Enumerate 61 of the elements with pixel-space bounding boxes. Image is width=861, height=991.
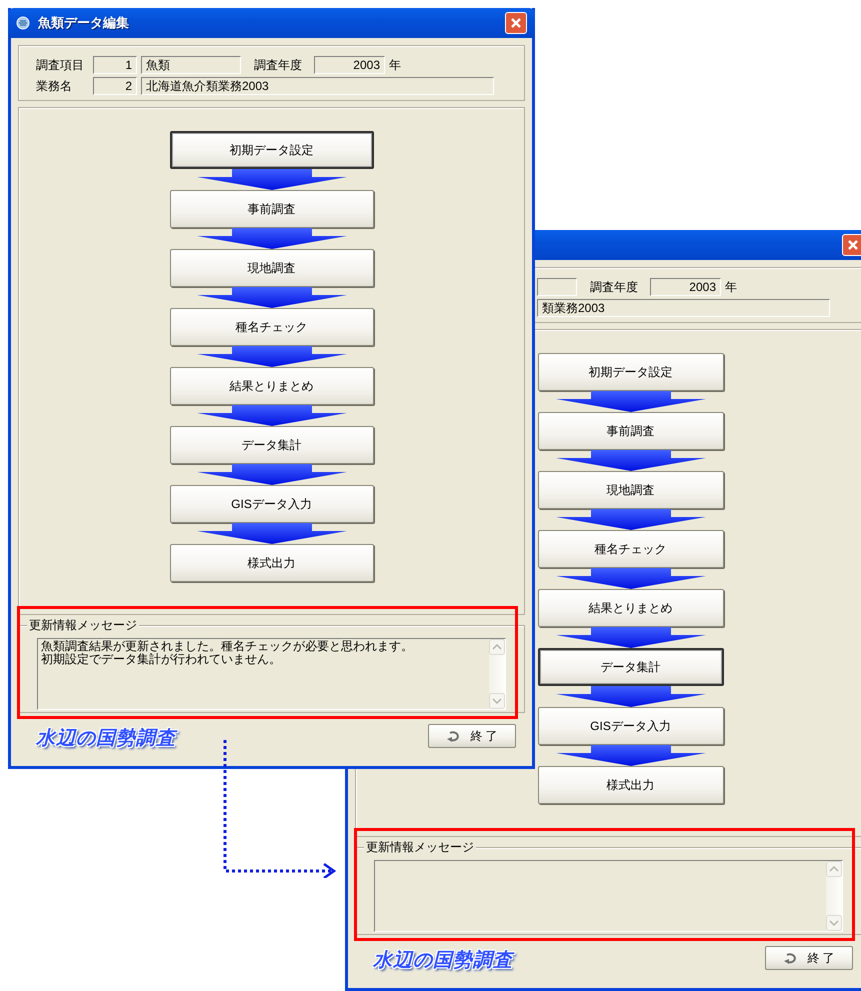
down-arrow-icon: [556, 745, 706, 766]
number-field: 2: [93, 77, 137, 95]
down-arrow-icon: [196, 346, 346, 367]
step-button[interactable]: 結果とりまとめ: [538, 589, 724, 627]
down-arrow-icon: [196, 228, 346, 249]
step-button[interactable]: GISデータ入力: [538, 707, 724, 745]
logo-text: 水辺の国勢調査: [373, 948, 513, 973]
step-button[interactable]: 様式出力: [170, 544, 374, 582]
year-field: 2003: [314, 56, 385, 74]
step-button[interactable]: GISデータ入力: [170, 485, 374, 523]
down-arrow-icon: [556, 450, 706, 471]
field-label: 調査年度: [254, 57, 303, 74]
down-arrow-icon: [556, 391, 706, 412]
close-icon: [847, 239, 859, 251]
item-name-field: [537, 278, 577, 296]
down-arrow-icon: [556, 686, 706, 707]
logo-text: 水辺の国勢調査: [36, 726, 176, 751]
field-label: 調査項目: [36, 57, 85, 74]
item-name-field: 魚類: [141, 56, 241, 74]
step-button[interactable]: データ集計: [170, 426, 374, 464]
scroll-down-icon: [826, 915, 842, 931]
close-icon: [510, 17, 522, 29]
step-button[interactable]: 初期データ設定: [170, 131, 374, 169]
close-button[interactable]: [842, 234, 861, 256]
number-field: 1: [93, 56, 137, 74]
group-legend: 更新情報メッセージ: [27, 617, 139, 633]
down-arrow-icon: [196, 169, 346, 190]
step-button[interactable]: 事前調査: [538, 412, 724, 450]
exit-button[interactable]: 終 了: [765, 946, 853, 970]
down-arrow-icon: [196, 464, 346, 485]
message-text: 魚類調査結果が更新されました。種名チェックが必要と思われます。: [41, 640, 414, 653]
down-arrow-icon: [556, 509, 706, 530]
task-name-field: 類業務2003: [537, 299, 830, 317]
step-button[interactable]: 種名チェック: [170, 308, 374, 346]
down-arrow-icon: [556, 627, 706, 648]
step-button[interactable]: 種名チェック: [538, 530, 724, 568]
down-arrow-icon: [556, 568, 706, 589]
down-arrow-icon: [196, 405, 346, 426]
step-button[interactable]: データ集計: [538, 648, 724, 686]
step-button[interactable]: 現地調査: [170, 249, 374, 287]
exit-button[interactable]: 終 了: [428, 724, 516, 748]
unit-label: 年: [725, 279, 737, 296]
step-button[interactable]: 初期データ設定: [538, 353, 724, 391]
scroll-down-icon: [489, 693, 505, 709]
scroll-up-icon: [826, 861, 842, 877]
group-legend: 更新情報メッセージ: [364, 839, 476, 855]
field-label: 調査年度: [590, 279, 639, 296]
year-field: 2003: [650, 278, 721, 296]
unit-label: 年: [389, 57, 401, 74]
down-arrow-icon: [196, 523, 346, 544]
window-title: 魚類データ編集: [38, 14, 130, 32]
down-arrow-icon: [196, 287, 346, 308]
step-button[interactable]: 現地調査: [538, 471, 724, 509]
field-label: 業務名: [36, 78, 73, 95]
close-button[interactable]: [505, 12, 527, 34]
step-button[interactable]: 様式出力: [538, 766, 724, 804]
step-button[interactable]: 事前調査: [170, 190, 374, 228]
task-name-field: 北海道魚介類業務2003: [141, 77, 494, 95]
step-button[interactable]: 結果とりまとめ: [170, 367, 374, 405]
scroll-up-icon: [489, 639, 505, 655]
message-text: 初期設定でデータ集計が行われていません。: [41, 653, 282, 666]
